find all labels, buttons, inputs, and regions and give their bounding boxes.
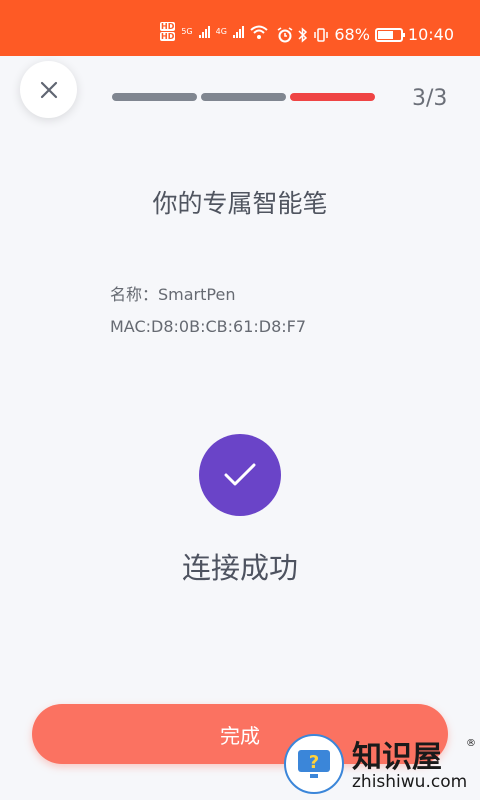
battery-icon <box>374 27 405 42</box>
device-name: 名称：SmartPen <box>110 285 236 304</box>
battery-percent: 68% <box>334 25 370 44</box>
device-mac: MAC:D8:0B:CB:61:D8:F7 <box>110 317 307 336</box>
step-count: 3/3 <box>412 86 448 111</box>
bluetooth-icon <box>298 26 308 43</box>
check-icon <box>224 463 256 486</box>
signal-icon-2 <box>232 25 244 38</box>
step-progress-bar <box>112 93 375 101</box>
watermark-registered: ® <box>466 738 476 749</box>
svg-text:?: ? <box>309 752 319 773</box>
success-message: 连接成功 <box>181 551 298 585</box>
status-bar-network: HD HD 5G 4G <box>160 22 268 41</box>
clock-time: 10:40 <box>407 25 454 44</box>
success-indicator <box>199 434 281 516</box>
progress-segment-2 <box>201 93 286 101</box>
watermark-logo-icon: ? <box>284 734 344 794</box>
page-title: 你的专属智能笔 <box>152 189 328 218</box>
progress-segment-3 <box>290 93 375 101</box>
hd-badge-2: HD <box>160 32 176 41</box>
wifi-icon <box>250 25 268 39</box>
watermark: ? 知识屋 ® zhishiwu.com <box>280 730 480 800</box>
network-type-2: 4G <box>215 27 227 36</box>
watermark-domain: zhishiwu.com <box>352 772 468 792</box>
status-bar: HD HD 5G 4G 68% 10:40 <box>0 0 480 56</box>
progress-segment-1 <box>112 93 197 101</box>
alarm-icon <box>277 26 293 42</box>
signal-icon-1 <box>198 25 210 38</box>
network-type-1: 5G <box>181 27 193 36</box>
close-icon <box>40 81 57 98</box>
vibrate-icon <box>314 27 329 42</box>
close-button[interactable] <box>20 61 77 118</box>
hd-badge-1: HD <box>160 22 176 31</box>
watermark-brand: 知识屋 <box>352 740 442 775</box>
battery-fill <box>377 30 393 39</box>
hd-badges: HD HD <box>160 22 176 41</box>
status-bar-system: 68% 10:40 <box>277 25 454 44</box>
